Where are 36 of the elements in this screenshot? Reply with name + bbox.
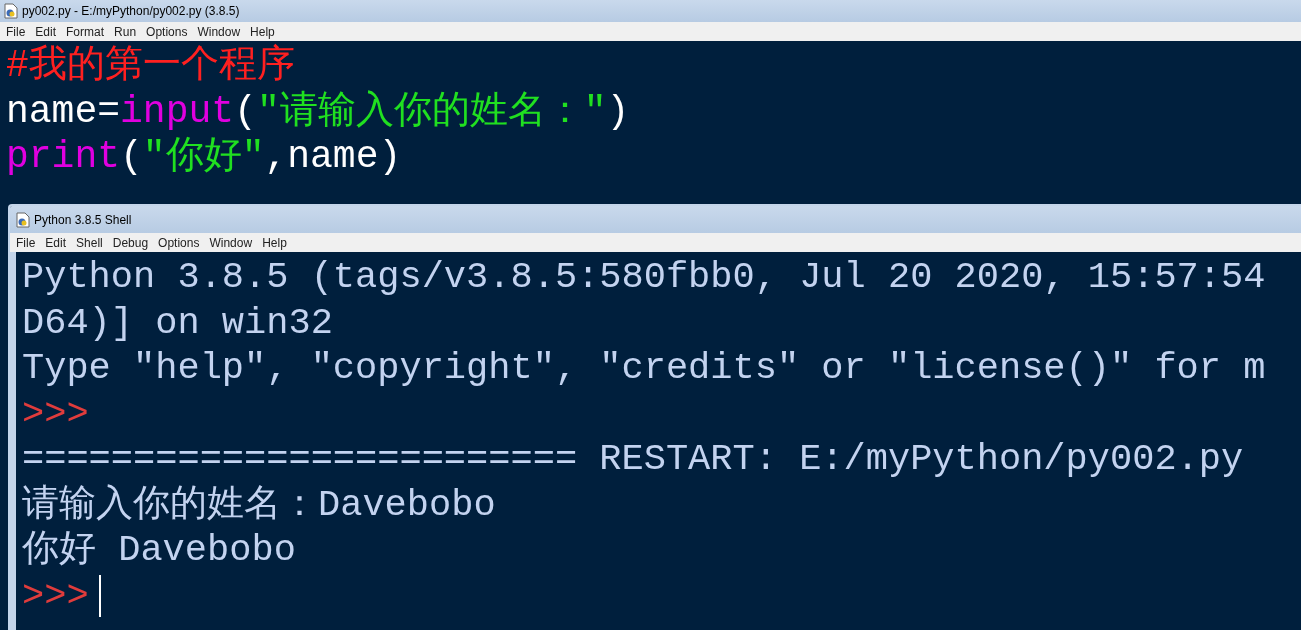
python-file-icon [4,3,18,19]
code-text: ( [120,134,143,180]
code-text: 请输入你的姓名：Davebobo [22,482,496,528]
menu-item[interactable]: Format [66,24,105,39]
menu-item[interactable]: Debug [112,235,149,250]
prompt-symbol: >>> [22,391,89,437]
code-text: #我的第一个程序 [6,43,295,89]
menu-item[interactable]: Help [250,24,275,39]
menu-item[interactable]: Window [209,235,253,250]
python-file-icon [16,211,30,228]
menu-item[interactable]: Edit [45,235,67,250]
menu-item[interactable]: File [6,24,26,39]
prompt-symbol: >>> [22,573,89,619]
code-text: ========================= RESTART: E:/myPython/py002.py [22,437,1244,482]
menu-item[interactable]: Options [158,235,200,250]
menu-item[interactable]: Edit [35,24,57,39]
code-text: ) [606,88,630,134]
code-text: input [120,88,235,134]
code-text: D64)] on win32 [22,300,333,346]
code-text: print [6,134,121,180]
menu-item[interactable]: Run [114,24,137,39]
window-title: py002.py - E:/myPython/py002.py (3.8.5) [22,4,240,18]
code-text: name= [6,88,121,134]
window-title: Python 3.8.5 Shell [34,212,132,227]
code-text: "请输入你的姓名：" [256,88,607,134]
menu-item[interactable]: File [16,235,36,250]
code-text: "你好" [142,134,265,180]
code-text: ,name) [264,134,402,180]
menu-item[interactable]: Window [197,24,241,39]
menu-item[interactable]: Help [262,235,287,250]
code-text: ( [234,88,257,134]
code-text: Type "help", "copyright", "credits" or "license()" for m [22,346,1266,391]
code-text: Python 3.8.5 (tags/v3.8.5:580fbb0, Jul 20 2020, 15:57:54 [22,255,1266,300]
code-text: 你好 Davebobo [22,528,296,573]
menu-item[interactable]: Shell [76,235,103,250]
menu-item[interactable]: Options [146,24,188,39]
